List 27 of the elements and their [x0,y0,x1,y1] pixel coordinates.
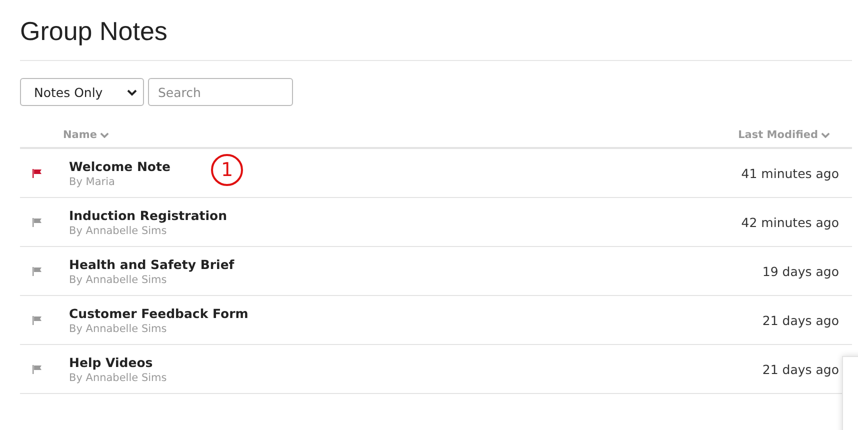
chevron-down-icon [127,88,137,96]
note-author: By Annabelle Sims [69,274,168,286]
chevron-down-icon [821,132,830,138]
note-title[interactable]: Customer Feedback Form [69,306,248,320]
note-author: By Annabelle Sims [69,372,168,384]
chevron-down-icon [100,132,109,138]
flag-icon[interactable] [32,168,42,178]
modified-time: 19 days ago [762,264,839,278]
flag-icon[interactable] [32,315,42,325]
filter-dropdown[interactable]: Notes Only [20,78,144,106]
note-author: By Annabelle Sims [69,224,168,236]
note-author: By Maria [69,176,116,188]
page-title: Group Notes [20,15,168,48]
note-author: By Annabelle Sims [69,322,168,334]
modified-time: 21 days ago [762,312,839,328]
flag-icon[interactable] [32,364,42,374]
search-field[interactable]: Search [148,78,293,106]
modified-time: 41 minutes ago [741,166,839,180]
note-title[interactable]: Health and Safety Brief [69,256,234,272]
note-title[interactable]: Welcome Note [69,158,170,174]
modified-time: 42 minutes ago [741,214,839,230]
flag-icon[interactable] [32,217,42,227]
flag-icon[interactable] [32,266,42,276]
modified-time: 21 days ago [762,362,839,376]
note-title[interactable]: Induction Registration [69,208,228,222]
callout-marker: 1 [211,154,243,186]
note-title[interactable]: Help Videos [69,354,153,370]
